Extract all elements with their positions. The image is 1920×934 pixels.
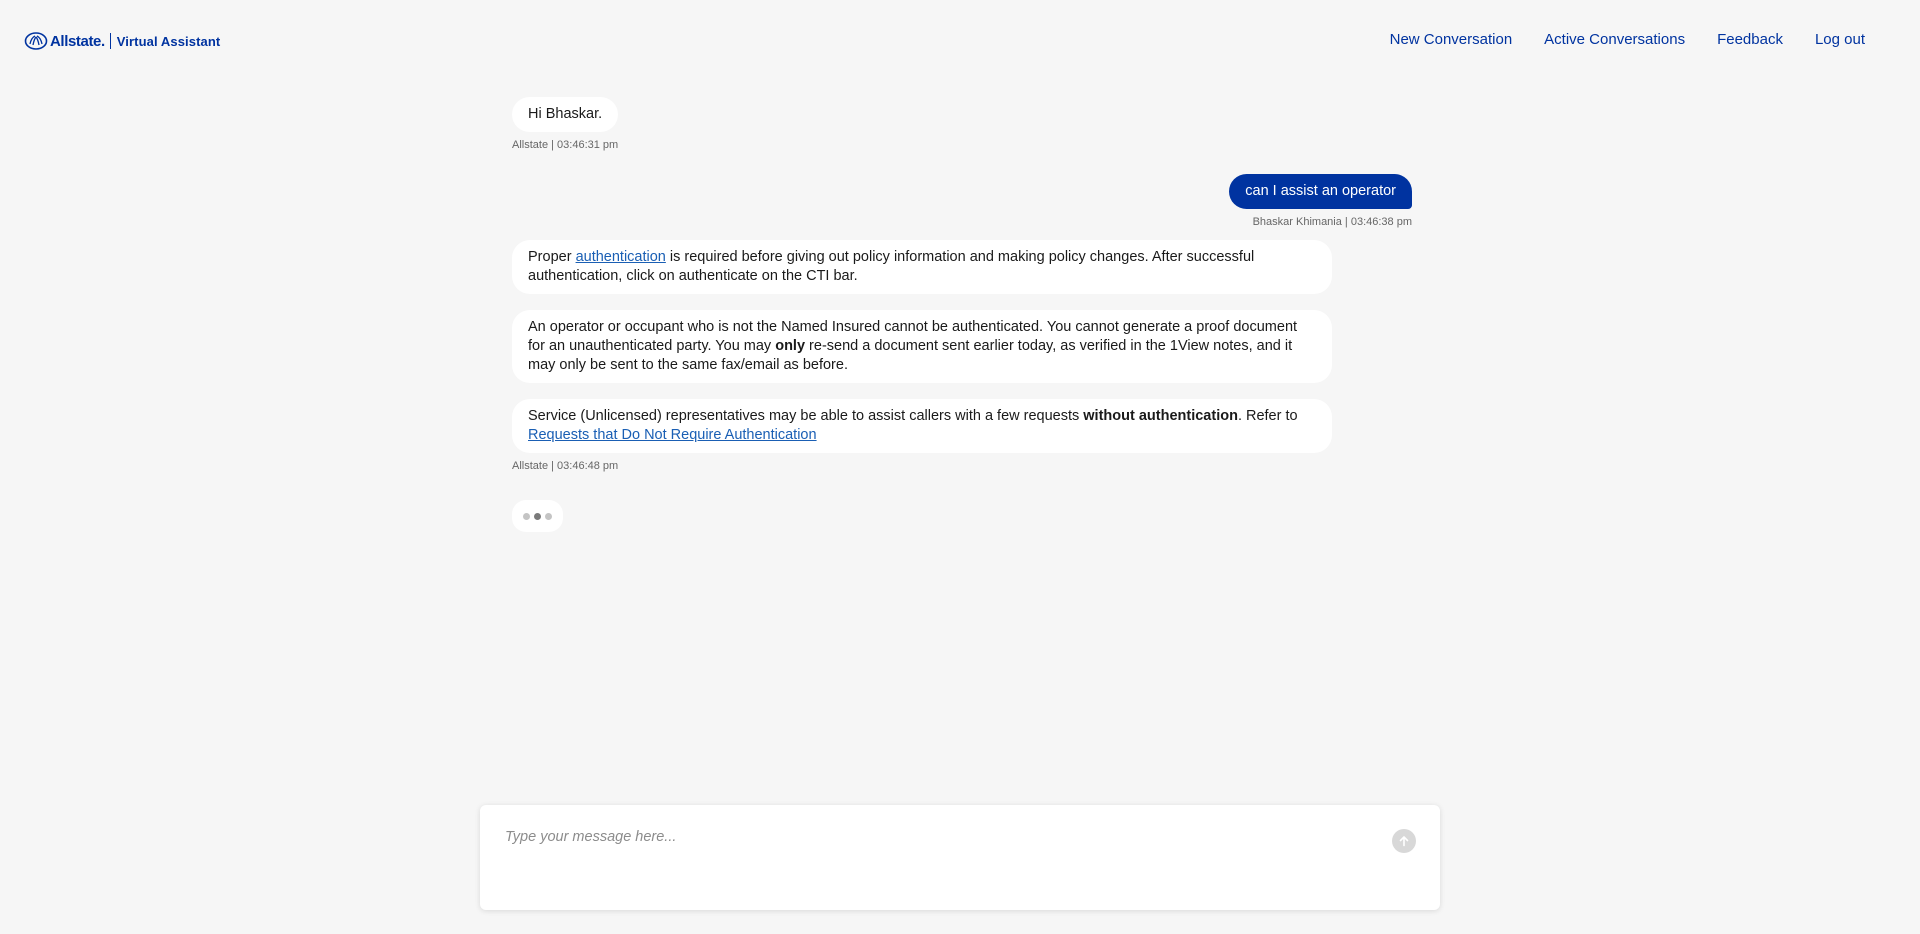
typing-dot xyxy=(534,512,541,520)
product-name: Virtual Assistant xyxy=(116,33,221,49)
nav-feedback[interactable]: Feedback xyxy=(1717,31,1783,48)
message-input[interactable] xyxy=(503,827,1337,891)
bot-bubble-authentication: Proper authentication is required before… xyxy=(512,240,1332,294)
user-row: can I assist an operator xyxy=(512,174,1412,209)
typing-indicator xyxy=(512,500,1412,532)
brand-name: Allstate. xyxy=(50,32,105,50)
allstate-hands-icon xyxy=(24,32,48,50)
typing-bubble xyxy=(512,500,563,532)
bot-bubble: Hi Bhaskar. xyxy=(512,97,619,132)
user-message: can I assist an operator Bhaskar Khimani… xyxy=(512,174,1412,228)
arrow-up-icon xyxy=(1399,836,1409,847)
typing-dot xyxy=(523,512,530,520)
logo-divider xyxy=(109,33,111,49)
typing-dot xyxy=(545,512,552,520)
requests-link[interactable]: Requests that Do Not Require Authenticat… xyxy=(528,427,817,443)
nav-log-out[interactable]: Log out xyxy=(1815,31,1865,48)
nav-new-conversation[interactable]: New Conversation xyxy=(1390,31,1513,48)
top-nav: New Conversation Active Conversations Fe… xyxy=(1390,31,1865,48)
message-meta: Allstate | 03:46:31 pm xyxy=(512,139,619,151)
reply-bold: only xyxy=(775,338,806,354)
bot-message-group: Proper authentication is required before… xyxy=(512,240,1412,472)
bot-bubble-unlicensed: Service (Unlicensed) representatives may… xyxy=(512,399,1332,453)
logo[interactable]: Allstate. Virtual Assistant xyxy=(24,32,220,50)
nav-active-conversations[interactable]: Active Conversations xyxy=(1544,31,1685,48)
message-meta: Allstate | 03:46:48 pm xyxy=(512,460,619,472)
authentication-link[interactable]: authentication xyxy=(576,249,666,265)
bot-message-greeting: Hi Bhaskar. Allstate | 03:46:31 pm xyxy=(512,97,1412,151)
reply-text: Proper xyxy=(528,249,576,265)
header: Allstate. Virtual Assistant New Conversa… xyxy=(0,0,1920,82)
reply-text: . Refer to xyxy=(1237,408,1298,424)
user-bubble: can I assist an operator xyxy=(1229,174,1412,209)
bot-bubble-operator: An operator or occupant who is not the N… xyxy=(512,310,1332,383)
chat-transcript: Hi Bhaskar. Allstate | 03:46:31 pm can I… xyxy=(512,97,1412,532)
reply-bold: without authentication xyxy=(1083,408,1238,424)
message-meta: Bhaskar Khimania | 03:46:38 pm xyxy=(1252,216,1412,228)
send-button[interactable] xyxy=(1392,829,1416,853)
reply-text: Service (Unlicensed) representatives may… xyxy=(528,408,1084,424)
message-composer xyxy=(480,805,1440,910)
